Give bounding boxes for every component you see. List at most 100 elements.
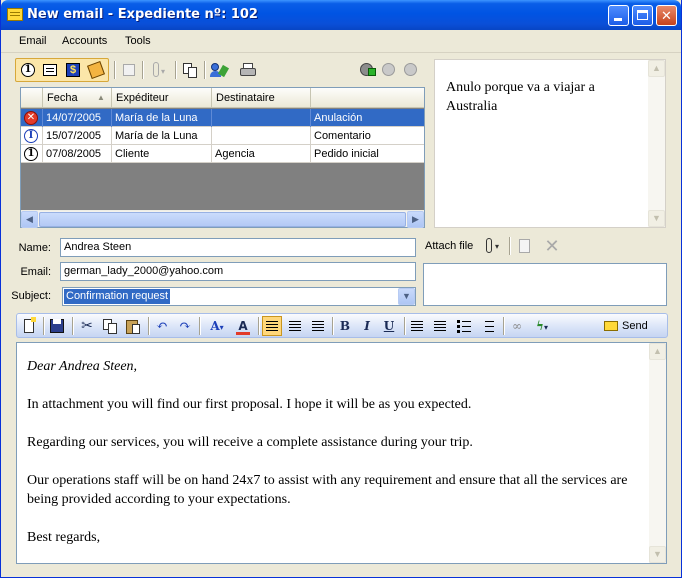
scroll-left-button[interactable]: ◀ [21, 211, 38, 228]
paperclip-icon [486, 238, 492, 253]
note-scrollbar[interactable]: ▲ ▼ [648, 60, 665, 227]
column-subject[interactable] [311, 88, 424, 108]
copy-text-button[interactable] [100, 316, 120, 336]
attach-file-button[interactable]: ▾ [481, 236, 501, 256]
minimize-button[interactable] [608, 5, 629, 26]
note-panel[interactable]: Anulo porque va a viajar a Australia ▲ ▼ [434, 59, 666, 228]
scroll-right-button[interactable]: ▶ [407, 211, 424, 228]
font-icon: A [210, 319, 220, 333]
body-paragraph: Our operations staff will be on hand 24x… [27, 473, 628, 507]
close-icon: ✕ [661, 8, 672, 23]
align-center-icon [289, 321, 301, 322]
message-toolbar: 1 $ ▾ [15, 57, 427, 83]
filter-payment-button[interactable] [86, 60, 106, 80]
bullet-list-icon [457, 320, 460, 323]
user-forward-icon [382, 63, 395, 76]
title-bar[interactable]: New email - Expediente nº: 102 ✕ [1, 0, 681, 30]
underline-button[interactable]: U [379, 316, 399, 336]
close-button[interactable]: ✕ [656, 5, 677, 26]
numbered-list-button[interactable] [477, 316, 497, 336]
scroll-down-button[interactable]: ▼ [648, 210, 665, 227]
filter-invoice-button[interactable]: $ [63, 60, 83, 80]
first-message-icon: 1 [24, 147, 38, 161]
paperclip-icon [153, 62, 159, 77]
email-field[interactable]: german_lady_2000@yahoo.com [60, 262, 416, 281]
info-icon: I [24, 129, 38, 143]
subject-dropdown-button[interactable]: ▼ [398, 288, 415, 305]
align-center-button[interactable] [285, 316, 305, 336]
remove-participant-button[interactable] [401, 60, 421, 80]
body-paragraph: Regarding our services, you will receive… [27, 435, 473, 450]
message-grid[interactable]: Fecha ▲ Expéditeur Destinataire ✕ 14/07/… [20, 87, 425, 228]
column-sender[interactable]: Expéditeur [112, 88, 212, 108]
hand-icon [87, 61, 105, 79]
numbered-list-icon [485, 321, 494, 322]
send-button[interactable]: Send [601, 316, 661, 336]
open-attachment-button[interactable] [515, 236, 535, 256]
remove-attachment-icon[interactable]: ✕ [542, 236, 562, 256]
lightning-icon: ϟ [536, 319, 544, 333]
indent-icon [434, 321, 446, 322]
insert-special-button[interactable]: ϟ▾ [529, 316, 555, 336]
maximize-button[interactable] [632, 5, 653, 26]
window-title: New email - Expediente nº: 102 [27, 7, 258, 22]
add-participant-button[interactable] [357, 60, 377, 80]
subject-select[interactable]: Confirmation request ▼ [62, 287, 416, 306]
copy-button[interactable] [180, 60, 200, 80]
message-body-editor[interactable]: Dear Andrea Steen, In attachment you wil… [16, 342, 667, 564]
link-button[interactable]: ∞ [507, 316, 527, 336]
outdent-icon [411, 321, 423, 322]
send-icon [604, 321, 618, 331]
subject-value: Confirmation request [64, 289, 171, 304]
paste-button[interactable] [123, 316, 143, 336]
attachment-dropdown-button[interactable]: ▾ [147, 60, 167, 80]
undo-icon: ↶ [156, 318, 168, 334]
forward-participant-button[interactable] [379, 60, 399, 80]
scroll-up-button[interactable]: ▲ [649, 343, 666, 360]
cut-button[interactable]: ✂ [77, 316, 97, 336]
grid-horizontal-scrollbar[interactable]: ◀ ▶ [21, 210, 424, 228]
table-row[interactable]: I 15/07/2005 María de la Luna Comentario [21, 127, 424, 145]
name-label: Name: [18, 242, 51, 254]
salutation: Dear Andrea Steen, [27, 359, 138, 374]
editor-scrollbar[interactable]: ▲ ▼ [649, 343, 666, 563]
name-field[interactable]: Andrea Steen [60, 238, 416, 257]
filter-comment-button[interactable] [40, 60, 60, 80]
search-icon [123, 64, 135, 76]
table-row[interactable]: 1 07/08/2005 Cliente Agencia Pedido inic… [21, 145, 424, 163]
column-recipient[interactable]: Destinataire [212, 88, 311, 108]
align-left-icon [266, 321, 278, 322]
font-button[interactable]: A▾ [203, 316, 231, 336]
menu-email[interactable]: Email [19, 35, 47, 47]
bold-button[interactable]: B [335, 316, 355, 336]
closing: Best regards, [27, 530, 101, 545]
menu-accounts[interactable]: Accounts [62, 35, 107, 47]
contacts-button[interactable] [208, 60, 230, 80]
attachment-list[interactable] [423, 263, 667, 306]
column-date[interactable]: Fecha ▲ [43, 88, 112, 108]
scroll-thumb[interactable] [39, 212, 406, 227]
italic-button[interactable]: I [357, 316, 377, 336]
menu-tools[interactable]: Tools [125, 35, 151, 47]
undo-button[interactable]: ↶ [152, 316, 172, 336]
align-right-button[interactable] [308, 316, 328, 336]
outdent-button[interactable] [407, 316, 427, 336]
align-left-button[interactable] [262, 316, 282, 336]
print-button[interactable] [238, 60, 258, 80]
indent-button[interactable] [430, 316, 450, 336]
save-button[interactable] [47, 316, 67, 336]
filter-first-button[interactable]: 1 [18, 60, 38, 80]
scroll-up-button[interactable]: ▲ [648, 60, 665, 77]
zoom-button[interactable] [119, 60, 139, 80]
document-icon [519, 239, 530, 253]
redo-button[interactable]: ↷ [175, 316, 195, 336]
new-document-button[interactable] [19, 316, 39, 336]
redo-icon: ↷ [179, 318, 191, 334]
bullet-list-button[interactable] [454, 316, 474, 336]
font-color-icon: A [238, 319, 248, 333]
font-color-button[interactable]: A [233, 316, 253, 336]
cancel-icon: ✕ [24, 111, 38, 125]
menu-bar: Email Accounts Tools [1, 31, 681, 53]
scroll-down-button[interactable]: ▼ [649, 546, 666, 563]
table-row[interactable]: ✕ 14/07/2005 María de la Luna Anulación [21, 109, 424, 127]
